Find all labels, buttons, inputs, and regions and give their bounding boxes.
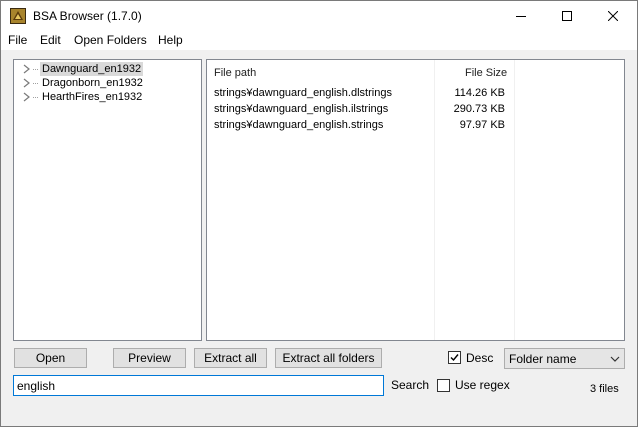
tree-node-hearthfires[interactable]: HearthFires_en1932 <box>14 90 194 104</box>
desc-checkbox[interactable] <box>448 351 461 364</box>
sort-field-select[interactable]: Folder name <box>504 348 625 369</box>
file-row-path[interactable]: strings¥dawnguard_english.ilstrings <box>214 102 388 116</box>
column-separator <box>434 60 435 340</box>
minimize-button[interactable] <box>498 1 544 31</box>
file-count-status: 3 files <box>590 383 619 395</box>
maximize-icon <box>562 11 572 21</box>
menu-file[interactable]: File <box>8 33 27 47</box>
chevron-right-icon[interactable] <box>22 92 31 102</box>
archive-tree[interactable]: Dawnguard_en1932 Dragonborn_en1932 Heart… <box>13 59 202 341</box>
preview-button[interactable]: Preview <box>113 348 186 368</box>
close-button[interactable] <box>590 1 636 31</box>
close-icon <box>608 11 618 21</box>
file-row-path[interactable]: strings¥dawnguard_english.strings <box>214 118 383 132</box>
use-regex-checkbox[interactable] <box>437 379 450 392</box>
menu-edit[interactable]: Edit <box>40 33 61 47</box>
search-input[interactable]: english <box>13 375 384 396</box>
maximize-button[interactable] <box>544 1 590 31</box>
minimize-icon <box>516 16 526 17</box>
search-input-value: english <box>17 379 56 393</box>
tree-node-dawnguard[interactable]: Dawnguard_en1932 <box>14 62 194 76</box>
bsa-browser-app-icon <box>10 8 26 24</box>
window-title: BSA Browser (1.7.0) <box>33 9 142 23</box>
file-list[interactable]: File path File Size strings¥dawnguard_en… <box>206 59 625 341</box>
tree-node-label[interactable]: HearthFires_en1932 <box>40 90 144 104</box>
file-row-size: 114.26 KB <box>454 87 505 99</box>
extract-all-button[interactable]: Extract all <box>194 348 267 368</box>
column-separator <box>514 60 515 340</box>
checkmark-icon <box>450 354 459 362</box>
file-row-size: 97.97 KB <box>459 119 505 131</box>
column-header-file-size[interactable]: File Size <box>465 66 507 80</box>
menu-open-folders[interactable]: Open Folders <box>74 33 147 47</box>
sort-field-value: Folder name <box>509 352 577 366</box>
use-regex-label[interactable]: Use regex <box>455 378 510 392</box>
menu-bar: File Edit Open Folders Help <box>1 31 637 50</box>
search-label: Search <box>391 378 430 392</box>
tree-node-dragonborn[interactable]: Dragonborn_en1932 <box>14 76 194 90</box>
chevron-right-icon[interactable] <box>22 78 31 88</box>
file-row-path[interactable]: strings¥dawnguard_english.dlstrings <box>214 86 392 100</box>
tree-node-label[interactable]: Dragonborn_en1932 <box>40 76 145 90</box>
column-header-file-path[interactable]: File path <box>214 66 256 80</box>
tree-connector <box>33 83 38 84</box>
file-row-size: 290.73 KB <box>453 103 505 115</box>
tree-node-label[interactable]: Dawnguard_en1932 <box>40 62 144 76</box>
open-button[interactable]: Open <box>14 348 87 368</box>
menu-help[interactable]: Help <box>158 33 183 47</box>
extract-all-folders-button[interactable]: Extract all folders <box>275 348 382 368</box>
chevron-down-icon <box>610 356 620 362</box>
desc-label[interactable]: Desc <box>466 351 493 365</box>
tree-connector <box>33 69 38 70</box>
chevron-right-icon[interactable] <box>22 64 31 74</box>
title-bar[interactable]: BSA Browser (1.7.0) <box>1 1 637 31</box>
tree-connector <box>33 97 38 98</box>
